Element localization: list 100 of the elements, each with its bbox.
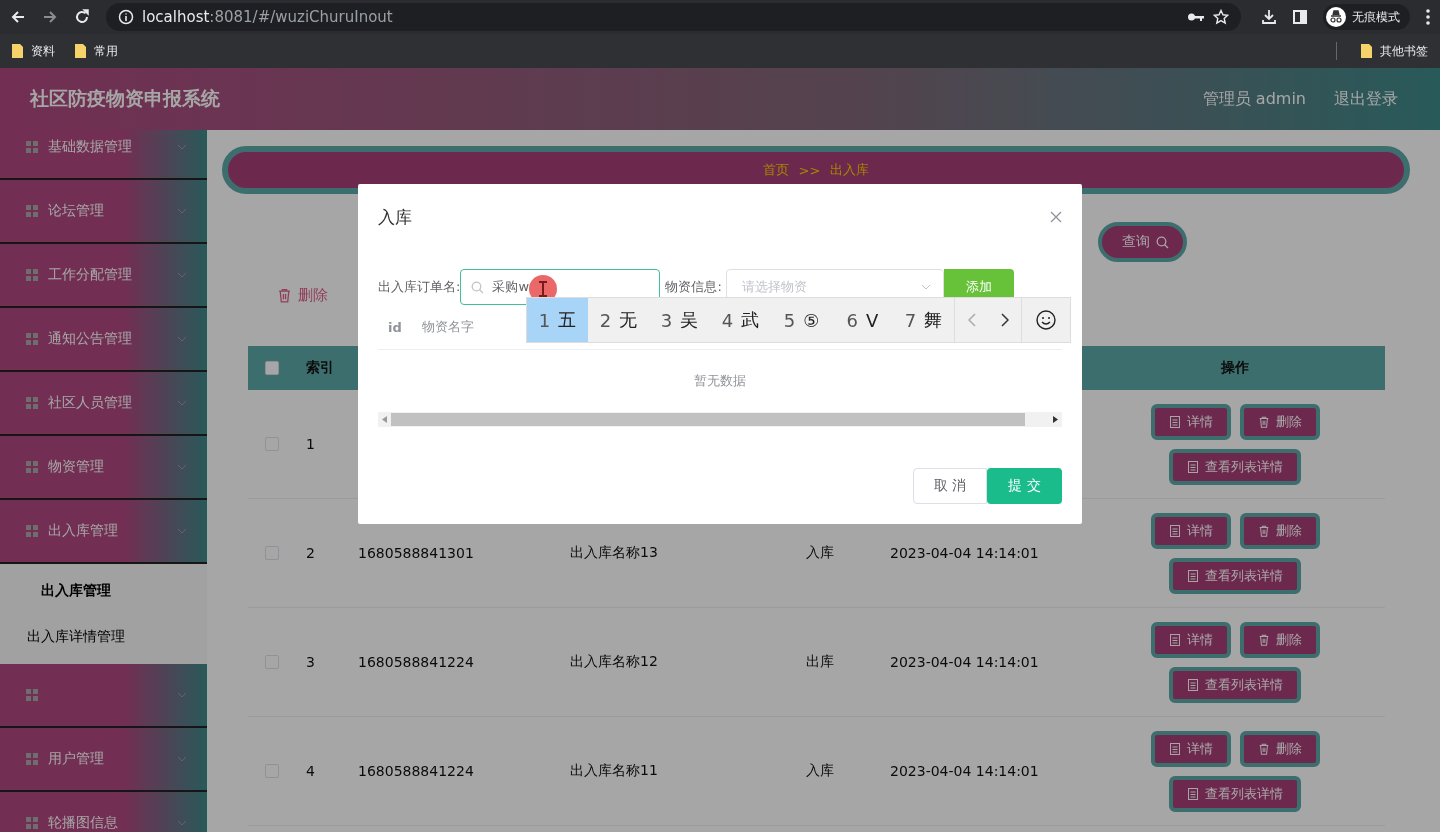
- checkbox[interactable]: [265, 361, 279, 375]
- field-label: 出入库订单名:: [378, 278, 461, 296]
- table-cell: 1: [306, 436, 315, 452]
- table-cell: 出入库名称11: [570, 762, 658, 778]
- sidebar-item[interactable]: 出入库管理: [0, 500, 207, 564]
- next-page-icon[interactable]: [1000, 313, 1009, 327]
- grid-icon: [26, 397, 38, 409]
- sidebar-item[interactable]: 基础数据管理: [0, 130, 207, 180]
- table-cell: 3: [306, 654, 315, 670]
- action-button[interactable]: 删除: [1239, 730, 1320, 767]
- chevron-down-icon: [177, 208, 187, 214]
- trash-icon: [1257, 633, 1270, 646]
- bookmark[interactable]: 资料: [12, 42, 55, 60]
- key-icon[interactable]: [1187, 11, 1205, 23]
- address-bar[interactable]: localhost:8081/#/wuziChuruInout: [106, 3, 1241, 31]
- table-cell: 出入库名称12: [570, 653, 658, 669]
- submit-button[interactable]: 提 交: [987, 468, 1062, 504]
- action-button[interactable]: 详情: [1150, 730, 1231, 767]
- folder-icon: [1361, 44, 1372, 58]
- chevron-down-icon: [177, 336, 187, 342]
- document-icon: [1187, 678, 1199, 691]
- breadcrumb-item[interactable]: 出入库: [830, 161, 870, 179]
- submenu-item[interactable]: 出入库管理: [0, 568, 207, 614]
- document-icon: [1168, 742, 1181, 755]
- chevron-down-icon: [177, 272, 187, 278]
- star-icon[interactable]: [1213, 9, 1229, 25]
- close-icon[interactable]: [1050, 211, 1062, 223]
- action-button[interactable]: 查看列表详情: [1169, 666, 1301, 703]
- trash-icon: [1257, 415, 1270, 428]
- scroll-right-icon[interactable]: [1053, 416, 1058, 423]
- sidebar-item[interactable]: 物资管理: [0, 436, 207, 500]
- grid-icon: [26, 689, 38, 701]
- column-header: 索引: [306, 359, 334, 375]
- bookmark[interactable]: 常用: [75, 42, 118, 60]
- cancel-button[interactable]: 取 消: [913, 468, 987, 504]
- incognito-icon: [1326, 7, 1346, 27]
- menu-icon[interactable]: [1426, 9, 1430, 25]
- ime-candidate[interactable]: 1 五: [527, 298, 588, 342]
- table-cell: 出库: [806, 653, 834, 669]
- info-icon[interactable]: [118, 9, 134, 25]
- action-button[interactable]: 删除: [1239, 621, 1320, 658]
- field-label: 物资信息:: [665, 278, 722, 296]
- document-icon: [1168, 633, 1181, 646]
- action-button[interactable]: 查看列表详情: [1169, 775, 1301, 812]
- column-header: 物资名字: [421, 318, 474, 336]
- back-icon[interactable]: [10, 9, 26, 25]
- folder-icon: [12, 44, 23, 58]
- table-cell: 2023-04-04 14:14:01: [890, 545, 1039, 561]
- document-icon: [1187, 787, 1199, 800]
- chevron-down-icon: [177, 756, 187, 762]
- grid-icon: [26, 269, 38, 281]
- document-icon: [1187, 460, 1199, 473]
- search-icon: [1156, 235, 1169, 249]
- table-cell: 入库: [806, 544, 834, 560]
- trash-icon: [1257, 524, 1270, 537]
- reload-icon[interactable]: [74, 9, 90, 25]
- action-button[interactable]: 详情: [1150, 621, 1231, 658]
- sidebar-item[interactable]: 论坛管理: [0, 180, 207, 244]
- action-button[interactable]: 删除: [1239, 512, 1320, 549]
- logout-link[interactable]: 退出登录: [1334, 88, 1398, 110]
- side-panel-icon[interactable]: [1293, 10, 1307, 24]
- download-icon[interactable]: [1261, 9, 1277, 25]
- incognito-badge[interactable]: 无痕模式: [1323, 4, 1410, 30]
- column-header: 操作: [1221, 359, 1249, 375]
- action-button[interactable]: 删除: [1239, 403, 1320, 440]
- table-cell: 出入库名称13: [570, 544, 658, 560]
- delete-button[interactable]: 删除: [277, 284, 328, 306]
- sidebar-item[interactable]: 工作分配管理: [0, 244, 207, 308]
- document-icon: [1168, 524, 1181, 537]
- grid-icon: [26, 525, 38, 537]
- table-cell: 2: [306, 545, 315, 561]
- action-button[interactable]: 查看列表详情: [1169, 557, 1301, 594]
- table-cell: 1680588841301: [358, 545, 474, 561]
- document-icon: [1187, 569, 1199, 582]
- smiley-icon[interactable]: [1036, 310, 1056, 330]
- bookmark[interactable]: 其他书签: [1361, 42, 1428, 60]
- sidebar-item[interactable]: 用户管理: [0, 728, 207, 792]
- table-cell: 2023-04-04 14:14:01: [890, 763, 1039, 779]
- sidebar-item[interactable]: 社区人员管理: [0, 372, 207, 436]
- chevron-down-icon: [177, 692, 187, 698]
- sidebar-item[interactable]: 通知公告管理: [0, 308, 207, 372]
- empty-message: 暂无数据: [694, 372, 746, 390]
- column-header: id: [388, 319, 402, 335]
- grid-icon: [26, 205, 38, 217]
- action-button[interactable]: 详情: [1150, 403, 1231, 440]
- table-cell: 4: [306, 763, 315, 779]
- chevron-down-icon: [177, 528, 187, 534]
- forward-icon[interactable]: [42, 9, 58, 25]
- search-icon: [471, 280, 485, 294]
- chevron-down-icon: [177, 400, 187, 406]
- breadcrumb-item[interactable]: 首页: [762, 161, 789, 179]
- chevron-down-icon: [177, 464, 187, 470]
- submenu-item[interactable]: 出入库详情管理: [0, 614, 207, 660]
- search-button[interactable]: 查询: [1098, 222, 1187, 262]
- action-button[interactable]: 查看列表详情: [1169, 448, 1301, 485]
- action-button[interactable]: 详情: [1150, 512, 1231, 549]
- grid-icon: [26, 141, 38, 153]
- horizontal-scrollbar[interactable]: [378, 412, 1062, 427]
- sidebar-item[interactable]: 轮播图信息: [0, 792, 207, 832]
- table-cell: 入库: [806, 762, 834, 778]
